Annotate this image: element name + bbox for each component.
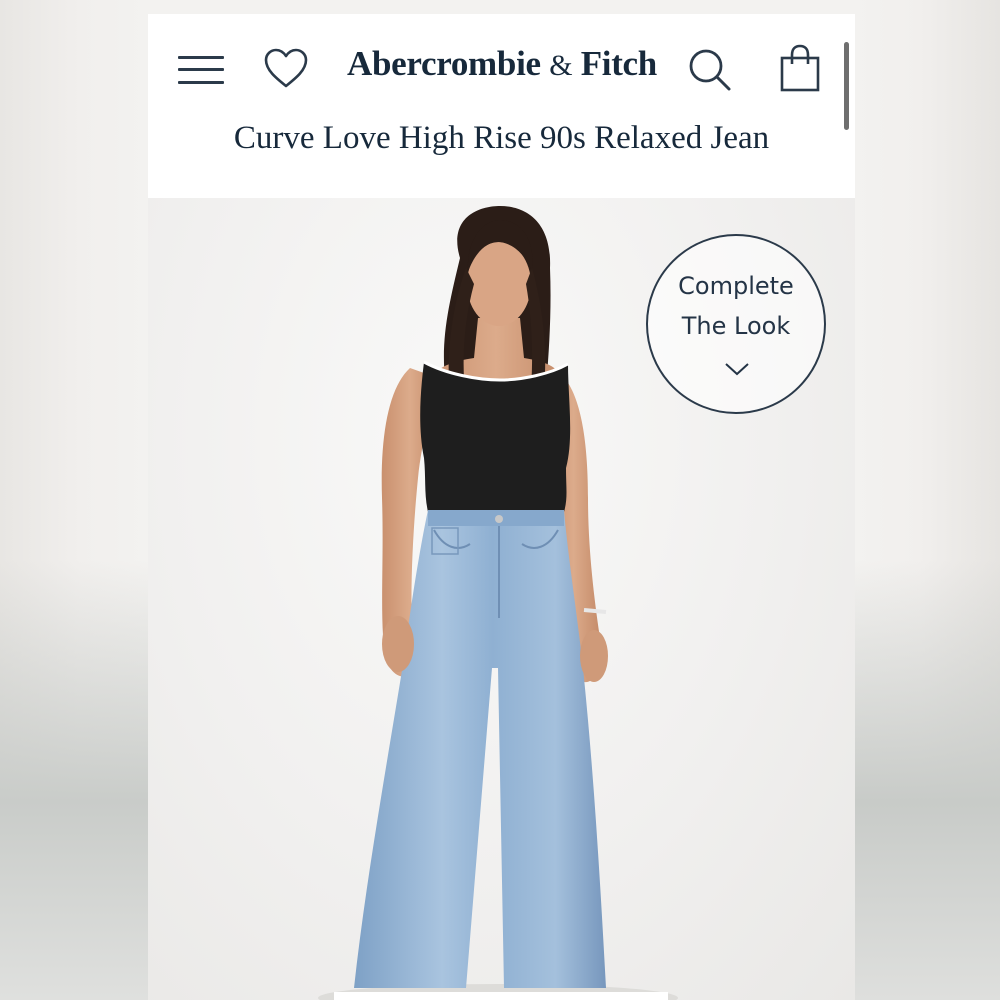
phone-screen: Abercrombie & Fitch Curve Love High Rise… [148, 14, 855, 1000]
brand-logo[interactable]: Abercrombie & Fitch [298, 44, 706, 84]
background-right-panel [855, 560, 1000, 1000]
site-header: Abercrombie & Fitch Curve Love High Rise… [148, 14, 855, 198]
brand-logo-ampersand: & [549, 49, 573, 82]
carousel-indicator [334, 992, 668, 1000]
complete-the-look-button[interactable]: Complete The Look [646, 234, 826, 414]
complete-the-look-line2: The Look [681, 312, 791, 340]
background-left-panel [0, 560, 148, 1000]
scrollbar[interactable] [844, 42, 849, 130]
menu-line [178, 56, 224, 59]
product-title: Curve Love High Rise 90s Relaxed Jean [233, 120, 770, 156]
shopping-bag-icon [780, 44, 820, 92]
search-button[interactable] [686, 46, 734, 94]
complete-the-look-line1: Complete [678, 272, 794, 300]
brand-logo-main: Abercrombie [347, 44, 541, 83]
shopping-bag-button[interactable] [778, 44, 822, 94]
search-icon [689, 49, 731, 91]
chevron-down-icon [725, 363, 749, 376]
menu-line [178, 68, 224, 71]
menu-line [178, 81, 224, 84]
menu-button[interactable] [178, 54, 224, 86]
product-hero: Complete The Look [148, 198, 855, 1000]
brand-logo-end: Fitch [580, 44, 658, 83]
